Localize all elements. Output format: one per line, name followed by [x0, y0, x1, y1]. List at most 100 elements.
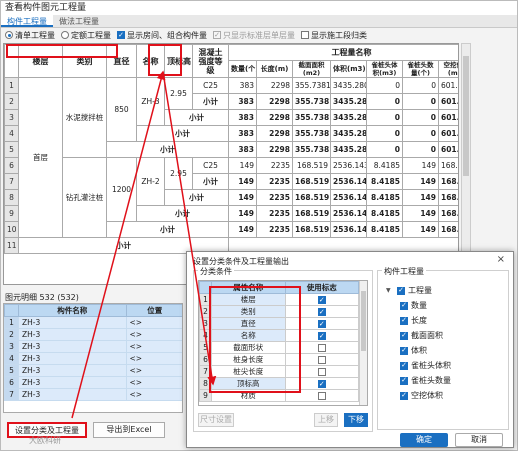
- tree-item-label: 长度: [411, 316, 427, 325]
- radio-bill-quantity[interactable]: 清单工程量: [5, 30, 55, 41]
- check-show-rooms[interactable]: ✓ 显示房间、组合构件量: [117, 30, 207, 41]
- condition-scrollbar[interactable]: [359, 281, 367, 405]
- options-row: 清单工程量 定额工程量 ✓ 显示房间、组合构件量 ✓ 只显示标准层单层量 显示施工段…: [1, 28, 517, 42]
- cell-subtotal: 小计: [106, 141, 229, 158]
- condition-flag[interactable]: ✓: [284, 293, 359, 306]
- cell-count: 149: [228, 173, 257, 190]
- table-row[interactable]: 2 类别 ✓: [199, 305, 359, 318]
- header-count: 数量(个): [228, 60, 257, 78]
- list-item[interactable]: 7 ZH-3 <>: [4, 388, 182, 401]
- table-row[interactable]: 4 名称 ✓: [199, 329, 359, 342]
- checkbox-checked-icon[interactable]: ✓: [400, 391, 408, 400]
- list-item[interactable]: 4 ZH-3 <>: [4, 352, 182, 365]
- list-item[interactable]: 6 ZH-3 <>: [4, 376, 182, 389]
- table-row[interactable]: 7 桩尖长度: [199, 365, 359, 378]
- condition-flag[interactable]: [284, 365, 359, 378]
- condition-flag[interactable]: [284, 341, 359, 354]
- table-row[interactable]: 9 材质: [199, 389, 359, 402]
- checkbox-unchecked-icon[interactable]: [317, 392, 326, 400]
- checkbox-checked-icon[interactable]: ✓: [317, 332, 326, 340]
- detail-position: <>: [125, 340, 182, 353]
- cell-area: 355.7381: [292, 141, 331, 158]
- cell-volume: 2536.1439: [330, 189, 367, 206]
- checkbox-checked-icon[interactable]: ✓: [400, 376, 408, 385]
- list-item[interactable]: 2 ZH-3 <>: [4, 328, 182, 341]
- condition-table[interactable]: 属性名称 使用标志 1 楼层 ✓ 2 类别 ✓ 3 直径 ✓ 4 名称 ✓ 5 截面形状 6 桩身长…: [198, 280, 368, 406]
- checkbox-checked-icon[interactable]: ✓: [317, 320, 326, 328]
- checkbox-checked-icon[interactable]: ✓: [400, 331, 408, 340]
- list-item[interactable]: 5 ZH-3 <>: [4, 364, 182, 377]
- tab-method-quantity[interactable]: 做法工程量: [53, 15, 105, 27]
- condition-flag[interactable]: ✓: [284, 305, 359, 318]
- checkbox-unchecked-icon[interactable]: [317, 368, 326, 376]
- cell-cap-count: 0: [402, 93, 439, 110]
- condition-name: 截面形状: [211, 341, 286, 354]
- table-row[interactable]: 5 截面形状: [199, 341, 359, 354]
- detail-table[interactable]: 构件名称 位置 1 ZH-3 <> 2 ZH-3 <> 3 ZH-3 <> 4 ZH-3 <> …: [3, 303, 183, 413]
- row-number: 8: [199, 377, 212, 390]
- table-row[interactable]: 8 顶标高 ✓: [199, 377, 359, 390]
- condition-flag[interactable]: ✓: [284, 329, 359, 342]
- collapse-icon[interactable]: ▼: [386, 287, 394, 294]
- quantity-tree[interactable]: ▼ ✓ 工程量 ✓ 数量 ✓ 长度 ✓ 截面面积 ✓ 体积 ✓ 雀桩头体积 ✓ 雀桩头数量 …: [386, 283, 451, 403]
- quantity-table[interactable]: 楼层 类别 直径 名称 顶标高 混凝土强度等级 工程量名称 数量(个) 长度(m…: [3, 43, 459, 285]
- condition-name: 材质: [211, 389, 286, 402]
- tab-component-quantity[interactable]: 构件工程量: [1, 15, 53, 27]
- checkbox-checked-icon[interactable]: ✓: [397, 286, 405, 295]
- condition-flag[interactable]: [284, 389, 359, 402]
- condition-flag[interactable]: ✓: [284, 377, 359, 390]
- cond-header-name: 属性名称: [211, 281, 286, 294]
- check-standard-floor[interactable]: ✓ 只显示标准层单层量: [213, 30, 295, 41]
- checkbox-unchecked-icon[interactable]: [317, 356, 326, 364]
- tree-item[interactable]: ✓ 截面面积: [386, 328, 451, 343]
- tree-item[interactable]: ✓ 长度: [386, 313, 451, 328]
- tree-item[interactable]: ✓ 空挖体积: [386, 388, 451, 403]
- cell-hollow: 601.1568: [437, 77, 458, 94]
- checkbox-checked-icon[interactable]: ✓: [400, 316, 408, 325]
- scrollbar-thumb[interactable]: [463, 56, 469, 176]
- list-item[interactable]: 3 ZH-3 <>: [4, 340, 182, 353]
- tree-item[interactable]: ✓ 数量: [386, 298, 451, 313]
- detail-name: ZH-3: [18, 376, 127, 389]
- table-row[interactable]: 1 楼层 ✓: [199, 293, 359, 306]
- checkbox-checked-icon[interactable]: ✓: [400, 346, 408, 355]
- export-excel-button[interactable]: 导出到Excel: [93, 422, 165, 438]
- table-row[interactable]: 6 钻孔灌注桩 1200 ZH-2 2.95 C25 149 2235 168.…: [4, 157, 458, 238]
- checkbox-checked-icon[interactable]: ✓: [400, 361, 408, 370]
- close-icon[interactable]: ×: [497, 254, 505, 265]
- row-number: 6: [199, 353, 212, 366]
- scrollbar-thumb[interactable]: [361, 291, 366, 351]
- cell-diameter: 850: [106, 77, 137, 142]
- checkbox-checked-icon[interactable]: ✓: [400, 301, 408, 310]
- cell-cap-volume: 8.4185: [366, 205, 403, 222]
- move-up-button[interactable]: 上移: [314, 413, 338, 427]
- detail-position: <>: [125, 328, 182, 341]
- table-row[interactable]: 6 桩身长度: [199, 353, 359, 366]
- tree-item[interactable]: ✓ 体积: [386, 343, 451, 358]
- ok-button[interactable]: 确定: [400, 433, 448, 447]
- table-row[interactable]: 3 直径 ✓: [199, 317, 359, 330]
- cell-name: ZH-3: [136, 77, 165, 126]
- size-settings-button[interactable]: 尺寸设置: [198, 413, 234, 427]
- checkbox-checked-icon[interactable]: ✓: [317, 296, 326, 304]
- condition-flag[interactable]: ✓: [284, 317, 359, 330]
- radio-quota-quantity[interactable]: 定额工程量: [61, 30, 111, 41]
- tree-item[interactable]: ✓ 雀桩头数量: [386, 373, 451, 388]
- move-down-button[interactable]: 下移: [344, 413, 368, 427]
- cell-hollow: 601.1568: [437, 125, 458, 142]
- table-scrollbar[interactable]: [461, 43, 471, 285]
- condition-flag[interactable]: [284, 353, 359, 366]
- checkbox-checked-icon[interactable]: ✓: [317, 380, 326, 388]
- checkbox-unchecked-icon[interactable]: [317, 344, 326, 352]
- header-floor: 楼层: [18, 44, 63, 78]
- tree-item[interactable]: ✓ 雀桩头体积: [386, 358, 451, 373]
- table-row[interactable]: 1 首层 水泥搅拌桩 850 ZH-3 2.95 C25 383 2298 35…: [4, 77, 458, 238]
- cell-length: 2235: [256, 189, 293, 206]
- tree-root[interactable]: ▼ ✓ 工程量: [386, 283, 451, 298]
- cond-corner: [199, 281, 212, 294]
- check-construction-section[interactable]: 显示施工段归类: [301, 30, 367, 41]
- checkbox-checked-icon[interactable]: ✓: [317, 308, 326, 316]
- cell-count: 383: [228, 109, 257, 126]
- cancel-button[interactable]: 取消: [455, 433, 503, 447]
- list-item[interactable]: 1 ZH-3 <>: [4, 316, 182, 329]
